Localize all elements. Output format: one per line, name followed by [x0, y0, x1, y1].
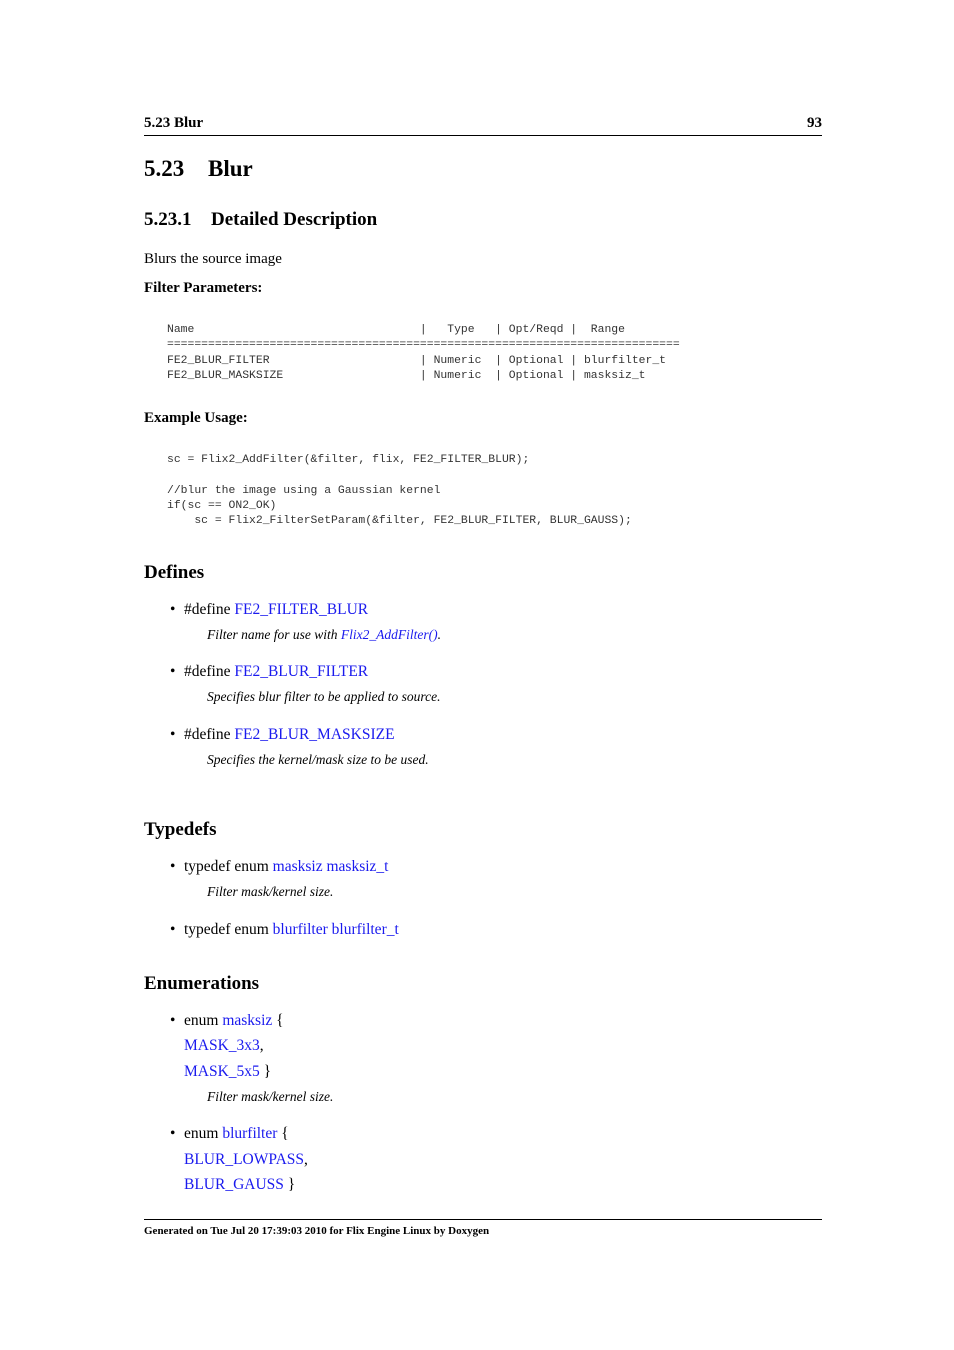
- section-title: 5.23 Blur: [144, 156, 253, 182]
- flix2-addfilter-link[interactable]: Flix2_AddFilter(): [341, 627, 438, 642]
- enum-link-blurfilter[interactable]: blurfilter: [222, 1125, 277, 1142]
- enumerations-heading: Enumerations: [144, 973, 260, 994]
- code-line: sc = Flix2_FilterSetParam(&filter, FE2_B…: [167, 515, 632, 528]
- bullet-icon: •: [170, 1012, 176, 1029]
- typedef-description: Filter mask/kernel size.: [207, 884, 334, 899]
- define-link-fe2-filter-blur[interactable]: FE2_FILTER_BLUR: [234, 601, 368, 618]
- bullet-icon: •: [170, 921, 176, 938]
- section-number: 5.23: [144, 156, 185, 181]
- page-number: 93: [807, 115, 822, 131]
- enum-item: • enum masksiz {: [170, 1012, 284, 1029]
- subsection-number: 5.23.1: [144, 209, 192, 230]
- define-link-fe2-blur-filter[interactable]: FE2_BLUR_FILTER: [234, 663, 368, 680]
- enum-item: • enum blurfilter {: [170, 1125, 289, 1142]
- subsection-title: 5.23.1 Detailed Description: [144, 209, 377, 231]
- enum-value-link-mask-3x3[interactable]: MASK_3x3: [184, 1037, 260, 1054]
- enum-value: MASK_3x3,: [184, 1037, 264, 1054]
- example-usage-label: Example Usage:: [144, 410, 248, 426]
- define-item: • #define FE2_BLUR_FILTER: [170, 663, 369, 680]
- subsection-title-text: Detailed Description: [211, 209, 378, 230]
- running-header-section: 5.23 Blur: [144, 115, 204, 131]
- section-title-text: Blur: [208, 156, 253, 181]
- enum-value: MASK_5x5 }: [184, 1063, 272, 1080]
- code-line: //blur the image using a Gaussian kernel: [167, 484, 441, 497]
- footer-text: Generated on Tue Jul 20 17:39:03 2010 fo…: [144, 1225, 490, 1237]
- enum-value: BLUR_LOWPASS,: [184, 1151, 308, 1168]
- enum-value: BLUR_GAUSS }: [184, 1176, 296, 1193]
- running-header: 5.23 Blur 93: [144, 114, 822, 136]
- enum-value-link-blur-gauss[interactable]: BLUR_GAUSS: [184, 1176, 284, 1193]
- example-code-block: sc = Flix2_AddFilter(&filter, flix, FE2_…: [167, 453, 632, 529]
- define-item: • #define FE2_BLUR_MASKSIZE: [170, 726, 395, 743]
- define-item: • #define FE2_FILTER_BLUR: [170, 601, 369, 618]
- enum-link-masksiz[interactable]: masksiz: [222, 1012, 272, 1029]
- enum-value-link-mask-5x5[interactable]: MASK_5x5: [184, 1063, 260, 1080]
- bullet-icon: •: [170, 663, 176, 680]
- enum-description: Filter mask/kernel size.: [207, 1089, 334, 1104]
- code-line: sc = Flix2_AddFilter(&filter, flix, FE2_…: [167, 454, 530, 466]
- code-line: if(sc == ON2_OK): [167, 499, 277, 512]
- param-line: FE2_BLUR_FILTER | Numeric | Optional | b…: [167, 354, 666, 367]
- enum-value-link-blur-lowpass[interactable]: BLUR_LOWPASS: [184, 1151, 304, 1168]
- filter-parameters-label: Filter Parameters:: [144, 280, 263, 296]
- typedef-link-masksiz-t[interactable]: masksiz masksiz_t: [273, 858, 389, 875]
- bullet-icon: •: [170, 726, 176, 743]
- filter-parameters-table: Name | Type | Opt/Reqd | Range =========…: [167, 323, 680, 384]
- typedefs-heading: Typedefs: [144, 819, 217, 840]
- defines-heading: Defines: [144, 562, 205, 583]
- bullet-icon: •: [170, 601, 176, 618]
- typedef-item: • typedef enum masksiz masksiz_t: [170, 858, 389, 875]
- define-description: Specifies blur filter to be applied to s…: [207, 689, 441, 704]
- bullet-icon: •: [170, 858, 176, 875]
- typedef-link-blurfilter-t[interactable]: blurfilter blurfilter_t: [273, 921, 399, 938]
- define-description: Filter name for use with Flix2_AddFilter…: [207, 627, 441, 642]
- bullet-icon: •: [170, 1125, 176, 1142]
- param-line: FE2_BLUR_MASKSIZE | Numeric | Optional |…: [167, 369, 646, 382]
- typedef-item: • typedef enum blurfilter blurfilter_t: [170, 921, 399, 938]
- param-line: ========================================…: [167, 339, 680, 352]
- param-line: Name | Type | Opt/Reqd | Range: [167, 324, 625, 336]
- define-description: Specifies the kernel/mask size to be use…: [207, 752, 429, 767]
- description-text: Blurs the source image: [144, 251, 282, 267]
- define-link-fe2-blur-masksize[interactable]: FE2_BLUR_MASKSIZE: [234, 726, 394, 743]
- footer-rule: [144, 1219, 822, 1220]
